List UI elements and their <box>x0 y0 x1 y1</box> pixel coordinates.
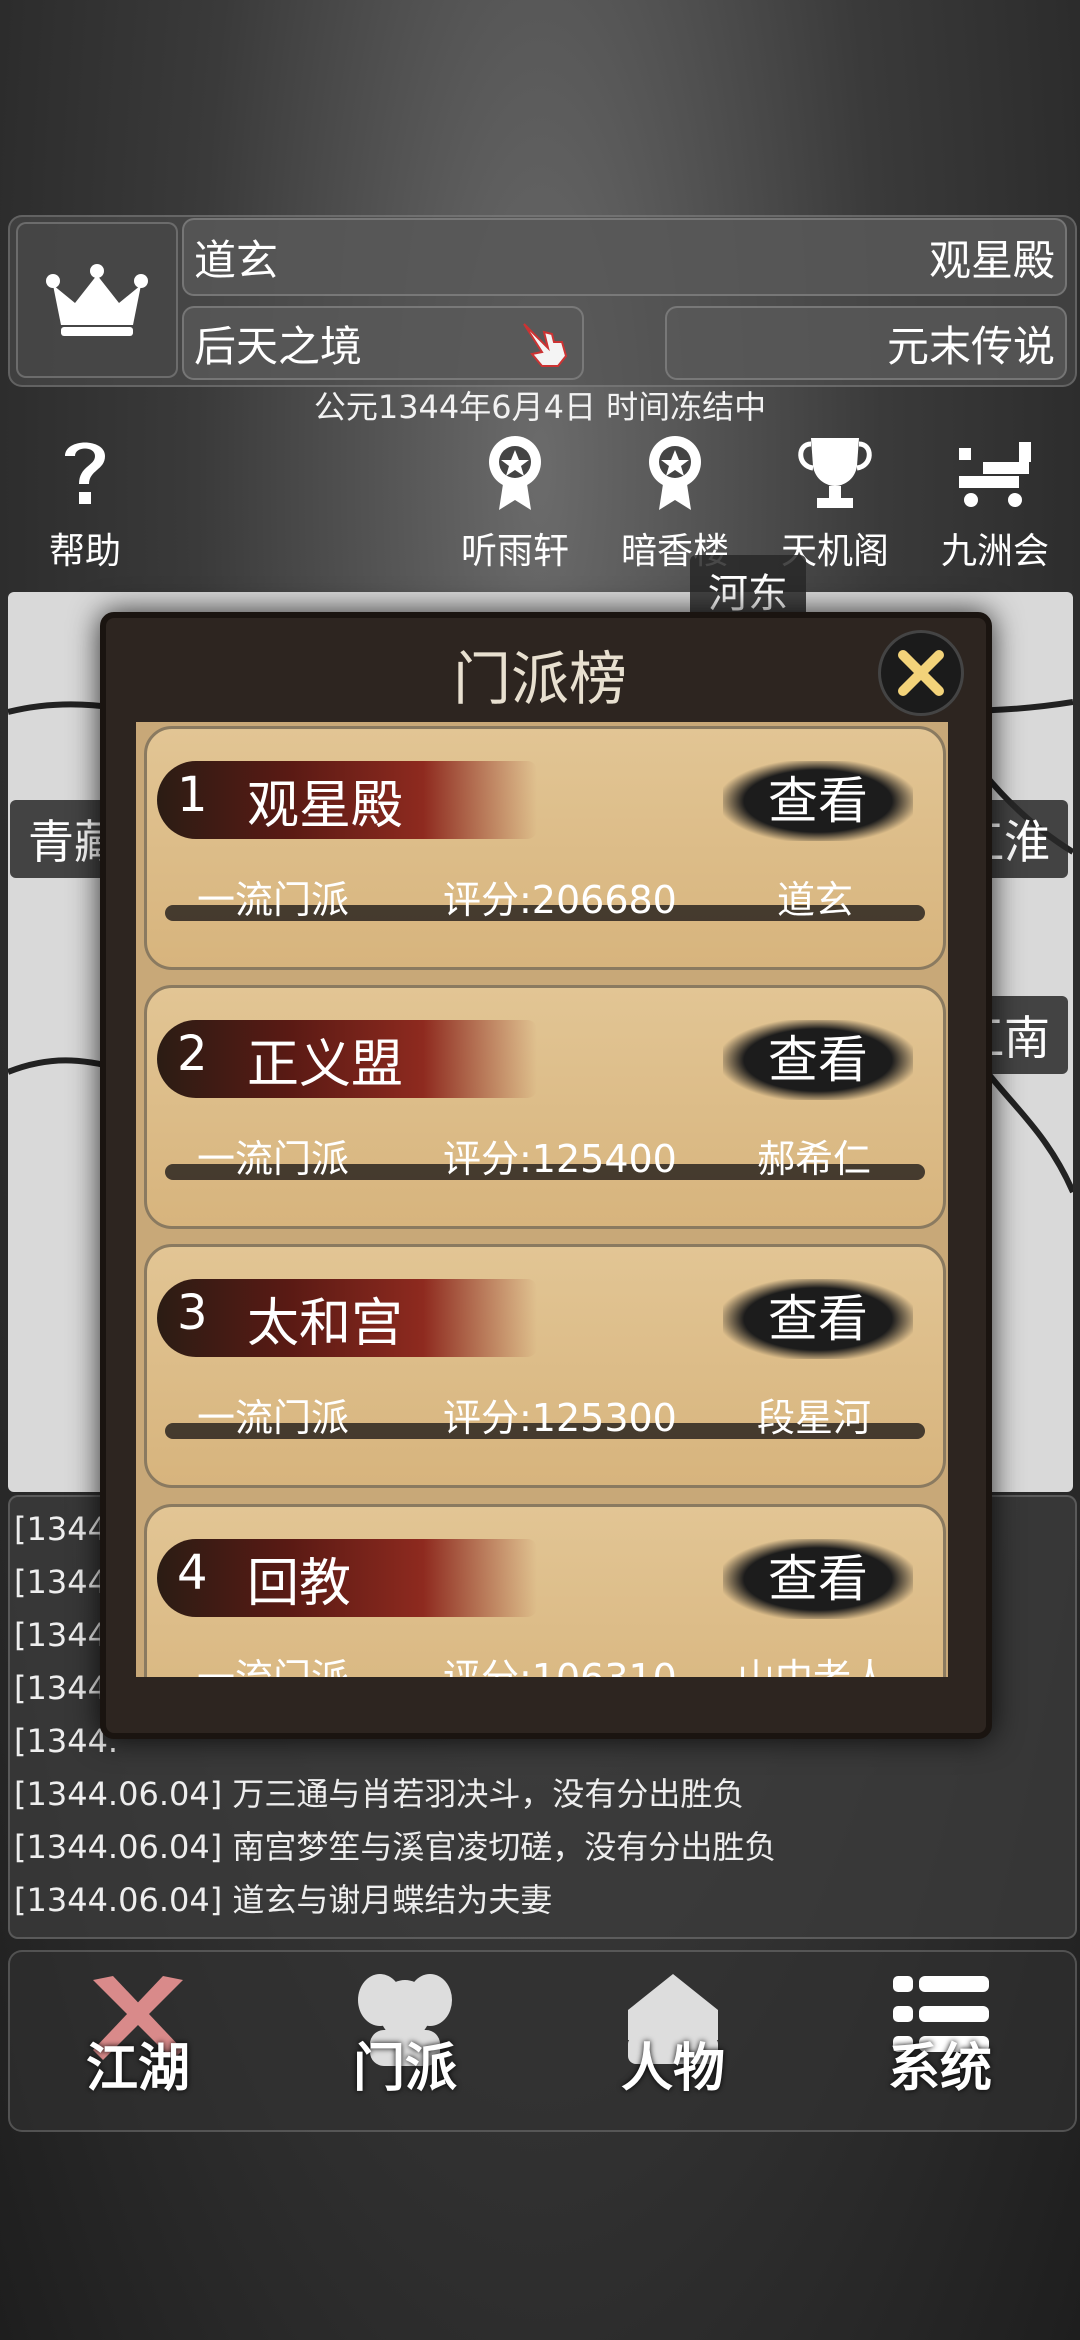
medal-icon <box>489 436 541 510</box>
view-button[interactable]: 查看 <box>723 761 913 841</box>
sect-leader: 郝希仁 <box>757 1137 872 1181</box>
log-line: [1344.06.04] 南宫梦笙与溪官凌切磋，没有分出胜负 <box>14 1828 777 1866</box>
tab-label: 系统 <box>887 2039 992 2099</box>
nav-tianjige[interactable]: 天机阁 <box>770 432 900 574</box>
sect-tier: 一流门派 <box>197 1137 350 1181</box>
log-line: [1344.06.04] 万三通与肖若羽决斗，没有分出胜负 <box>14 1775 745 1813</box>
sect-list[interactable]: 1 观星殿 查看 一流门派 评分:206680 道玄 2 正义盟 查看 一流门派… <box>136 722 948 1677</box>
nav-anxianglou[interactable]: 暗香楼 <box>610 432 740 574</box>
medal-icon <box>649 436 701 510</box>
date-status: 公元1344年6月4日 时间冻结中 <box>313 388 767 426</box>
sect-leader: 段星河 <box>757 1396 872 1440</box>
view-button[interactable]: 查看 <box>723 1539 913 1619</box>
rank-number: 2 <box>177 1026 208 1082</box>
trophy-icon <box>798 438 872 508</box>
tab-menpai[interactable]: 门派 <box>310 1970 500 2101</box>
realm-label: 后天之境 <box>194 321 363 371</box>
tab-label: 门派 <box>352 2039 457 2099</box>
nav-label: 听雨轩 <box>460 531 569 572</box>
nav-label: 九洲会 <box>940 531 1049 572</box>
close-icon <box>898 650 944 696</box>
sect-name: 观星殿 <box>928 235 1055 285</box>
modal-title: 门派榜 <box>452 645 627 713</box>
tab-label: 人物 <box>620 2039 725 2099</box>
tab-xitong[interactable]: 系统 <box>845 1970 1035 2101</box>
sect-name: 观星殿 <box>247 776 404 836</box>
rank-number: 1 <box>177 767 208 823</box>
view-button[interactable]: 查看 <box>723 1279 913 1359</box>
sect-score: 评分:125400 <box>443 1137 677 1181</box>
help-label: 帮助 <box>48 531 121 572</box>
log-line: [1344.06.04] 道玄与谢月蝶结为夫妻 <box>14 1881 553 1919</box>
sect-tier: 一流门派 <box>197 878 350 922</box>
tab-label: 江湖 <box>85 2039 190 2099</box>
sect-leader: 道玄 <box>777 878 854 922</box>
pointing-hand-icon <box>523 323 568 367</box>
nav-tingyuxuan[interactable]: 听雨轩 <box>450 432 580 574</box>
help-button[interactable]: 帮助 <box>20 432 150 574</box>
era-label: 元末传说 <box>886 321 1055 371</box>
sect-card: 1 观星殿 查看 一流门派 评分:206680 道玄 <box>144 726 946 970</box>
close-button[interactable] <box>878 630 964 716</box>
view-button[interactable]: 查看 <box>723 1020 913 1100</box>
sect-card: 4 回教 查看 一流门派 评分:106310 山中老人 <box>144 1504 946 1677</box>
rank-number: 4 <box>177 1545 208 1601</box>
sect-card: 3 太和宫 查看 一流门派 评分:125300 段星河 <box>144 1244 946 1488</box>
sect-tier: 一流门派 <box>197 1396 350 1440</box>
tab-jianghu[interactable]: 江湖 <box>43 1970 233 2101</box>
cart-icon <box>959 442 1031 507</box>
sect-score: 评分:206680 <box>443 878 677 922</box>
realm-field[interactable]: 后天之境 <box>182 306 584 380</box>
sect-score: 评分:125300 <box>443 1396 677 1440</box>
nav-jiuzhouhui[interactable]: 九洲会 <box>930 432 1060 574</box>
sect-tier: 一流门派 <box>197 1647 349 1677</box>
sect-card: 2 正义盟 查看 一流门派 评分:125400 郝希仁 <box>144 985 946 1229</box>
sect-name: 正义盟 <box>247 1035 404 1095</box>
name-row: 道玄 观星殿 <box>182 218 1067 296</box>
era-field: 元末传说 <box>665 306 1067 380</box>
question-icon <box>65 442 105 504</box>
rank-number: 3 <box>177 1285 208 1341</box>
player-name: 道玄 <box>194 235 279 285</box>
avatar[interactable] <box>16 222 178 378</box>
sect-name: 太和宫 <box>247 1294 404 1354</box>
sect-leader: 山中老人 <box>737 1647 889 1677</box>
tab-renwu[interactable]: 人物 <box>578 1970 768 2101</box>
crown-icon <box>46 264 148 336</box>
sect-name: 回教 <box>247 1554 352 1614</box>
sect-score: 评分:106310 <box>443 1647 677 1677</box>
